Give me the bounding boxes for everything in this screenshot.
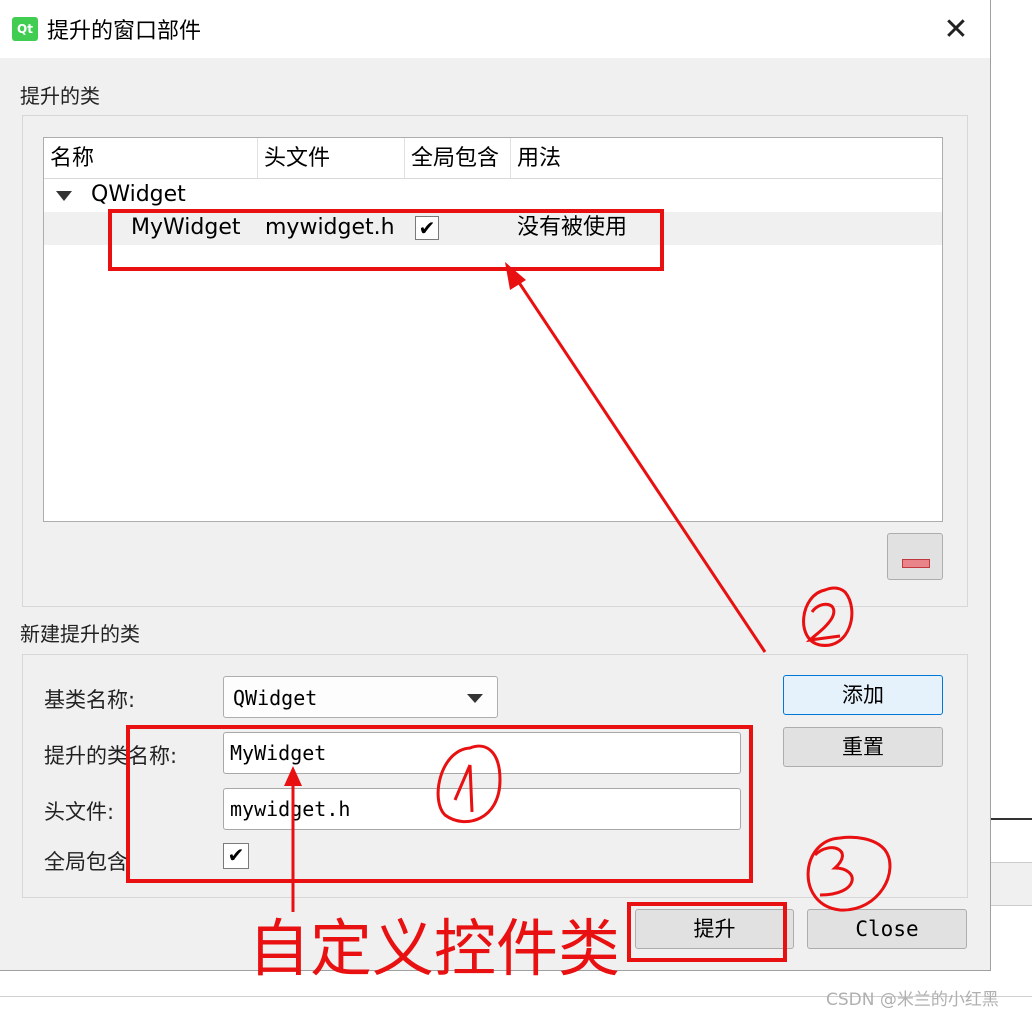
promoted-classes-label: 提升的类 (20, 84, 100, 108)
tree-group-row[interactable]: QWidget (44, 179, 942, 212)
annotation-caption: 自定义控件类 (248, 912, 621, 985)
chevron-down-icon (467, 694, 483, 703)
header-file-label: 头文件: (44, 800, 115, 824)
qt-logo-icon: Qt (12, 17, 38, 41)
base-class-combo[interactable]: QWidget (223, 676, 498, 718)
annotation-box-promote (627, 902, 787, 962)
close-window-icon[interactable]: ✕ (938, 12, 974, 48)
column-header-name[interactable]: 名称 (44, 138, 258, 178)
new-promoted-class-label: 新建提升的类 (20, 622, 140, 646)
base-class-label: 基类名称: (44, 688, 136, 712)
global-include-label: 全局包含 (44, 850, 128, 874)
close-button[interactable]: Close (807, 909, 967, 949)
minus-icon (902, 559, 930, 568)
add-button[interactable]: 添加 (783, 675, 943, 715)
column-header-header-file[interactable]: 头文件 (258, 138, 405, 178)
background-window-fragment (991, 862, 1032, 906)
background-window-edge (991, 818, 1032, 820)
expand-arrow-icon[interactable] (56, 191, 72, 201)
annotation-box-tree-row (108, 209, 664, 271)
annotation-box-form (126, 725, 753, 883)
promoted-classes-tree[interactable]: 名称 头文件 全局包含 用法 QWidget MyWidget mywidget… (43, 137, 943, 522)
remove-class-button[interactable] (887, 533, 943, 580)
reset-button[interactable]: 重置 (783, 727, 943, 767)
tree-header: 名称 头文件 全局包含 用法 (44, 138, 942, 179)
base-class-value: QWidget (233, 686, 318, 710)
watermark: CSDN @米兰的小红黑 (826, 990, 999, 1010)
title-bar: Qt 提升的窗口部件 ✕ (0, 0, 990, 58)
window-title: 提升的窗口部件 (47, 19, 202, 44)
column-header-global-include[interactable]: 全局包含 (405, 138, 511, 178)
column-header-usage[interactable]: 用法 (511, 138, 942, 178)
group-name: QWidget (91, 182, 186, 207)
